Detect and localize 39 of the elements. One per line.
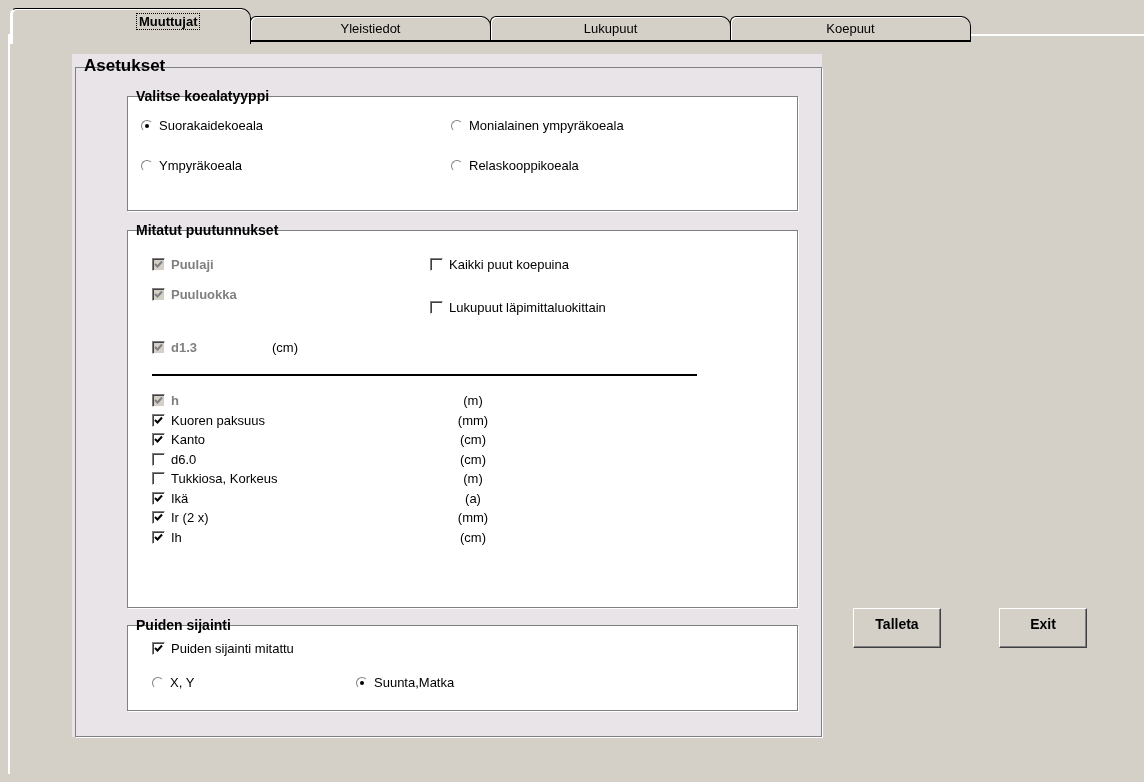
- checkbox-label: Tukkiosa, Korkeus: [171, 471, 278, 487]
- checkbox-label: Ir (2 x): [171, 510, 209, 526]
- unit-label: (cm): [459, 432, 487, 448]
- group-title: Valitse koealatyyppi: [135, 88, 271, 105]
- checkbox-label: Puiden sijainti mitattu: [171, 641, 294, 656]
- checkbox-label: Ih: [171, 529, 182, 545]
- radio-label: Suorakaidekoeala: [159, 118, 264, 133]
- checkbox-label: d6.0: [171, 451, 197, 467]
- radio-label: X, Y: [170, 675, 195, 690]
- unit-label: (m): [462, 471, 484, 487]
- radio-label: Ympyräkoeala: [159, 158, 243, 173]
- checkbox-label: Kanto: [171, 432, 205, 448]
- tab[interactable]: Muuttujat: [10, 8, 251, 44]
- radio-label: Monialainen ympyräkoeala: [469, 118, 624, 133]
- button[interactable]: Talleta: [853, 608, 941, 648]
- tab[interactable]: Yleistiedot: [250, 16, 491, 42]
- tab[interactable]: Lukupuut: [490, 16, 731, 42]
- unit-label: (mm): [456, 510, 490, 526]
- unit-label: (cm): [459, 451, 487, 467]
- group-title: Asetukset: [83, 57, 167, 74]
- checkbox-label: Ikä: [171, 490, 189, 506]
- unit-label: (mm): [456, 412, 490, 428]
- unit-label: (cm): [272, 340, 298, 355]
- tab[interactable]: Koepuut: [730, 16, 971, 42]
- button[interactable]: Exit: [999, 608, 1087, 648]
- checkbox-label: d1.3: [171, 340, 197, 355]
- radio-label: Suunta,Matka: [374, 675, 455, 690]
- radio-label: Relaskooppikoeala: [469, 158, 579, 173]
- checkbox-label: Kaikki puut koepuina: [449, 257, 569, 272]
- checkbox-label: Kuoren paksuus: [171, 412, 265, 428]
- checkbox-label: Puuluokka: [171, 287, 237, 302]
- checkbox-label: Lukupuut läpimittaluokittain: [449, 300, 606, 315]
- unit-label: (m): [462, 393, 484, 409]
- checkbox-label: h: [171, 393, 179, 409]
- unit-label: (cm): [459, 529, 487, 545]
- unit-label: (a): [464, 490, 482, 506]
- group-title: Mitatut puutunnukset: [135, 222, 280, 239]
- group-title: Puiden sijainti: [135, 617, 232, 634]
- checkbox-label: Puulaji: [171, 257, 214, 272]
